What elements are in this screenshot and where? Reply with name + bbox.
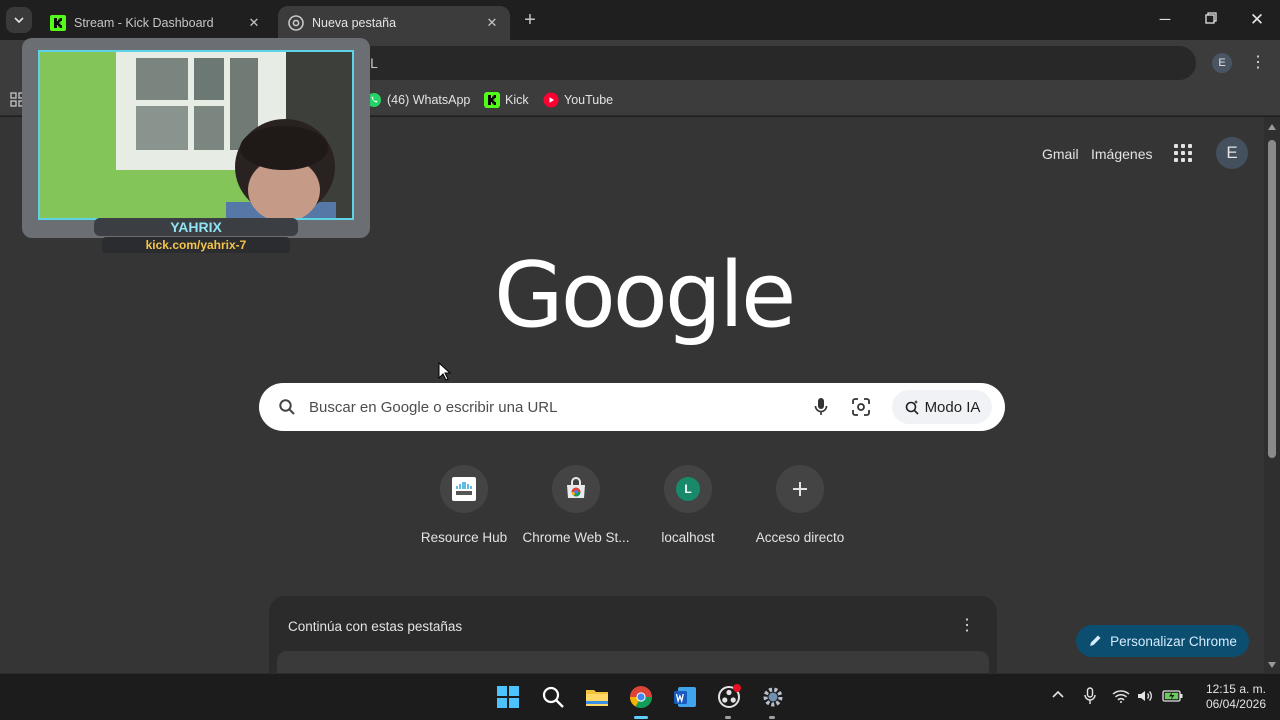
chrome-menu-icon[interactable]: ⋮ <box>1249 52 1267 74</box>
account-avatar[interactable]: E <box>1216 137 1248 169</box>
shortcut-label: Acceso directo <box>755 530 845 545</box>
letter-avatar-icon: L <box>676 477 700 501</box>
scrollbar-thumb[interactable] <box>1268 140 1276 458</box>
google-logo: Google <box>494 243 796 348</box>
webcam-overlay: YAHRIX kick.com/yahrix-7 <box>22 38 370 256</box>
bookmark-label: YouTube <box>564 93 614 107</box>
bookmark-label: (46) WhatsApp <box>387 93 471 107</box>
wifi-icon[interactable] <box>1112 689 1130 703</box>
mouse-cursor-icon <box>438 362 452 381</box>
tab-title: Stream - Kick Dashboard <box>74 16 214 30</box>
gmail-link[interactable]: Gmail <box>1042 146 1079 162</box>
customize-chrome-button[interactable]: Personalizar Chrome <box>1076 625 1249 657</box>
search-icon <box>279 399 295 415</box>
volume-icon[interactable] <box>1137 689 1155 703</box>
search-box[interactable]: Buscar en Google o escribir una URL Modo… <box>259 383 1005 431</box>
file-explorer-icon[interactable] <box>584 684 610 710</box>
customize-label: Personalizar Chrome <box>1110 633 1237 649</box>
webcam-video <box>38 50 354 220</box>
new-tab-button[interactable]: + <box>518 9 542 33</box>
bookmark-youtube[interactable]: YouTube <box>543 92 613 108</box>
card-menu-icon[interactable]: ⋮ <box>959 615 975 635</box>
google-apps-icon[interactable] <box>1174 144 1192 162</box>
kick-icon <box>50 15 66 31</box>
restore-button[interactable] <box>1196 8 1226 32</box>
close-tab-icon[interactable]: ✕ <box>246 15 262 31</box>
cisco-icon <box>452 477 476 501</box>
shortcut-localhost[interactable]: L localhost <box>632 465 744 555</box>
bookmark-whatsapp[interactable]: (46) WhatsApp <box>366 92 470 108</box>
ai-search-icon <box>905 400 919 415</box>
chrome-icon[interactable] <box>628 684 654 710</box>
tab-strip: Stream - Kick Dashboard ✕ Nueva pestaña … <box>0 0 1280 40</box>
shortcut-icon-circle <box>440 465 488 513</box>
chevron-down-icon <box>14 17 24 24</box>
youtube-icon <box>543 92 559 108</box>
streamer-url: kick.com/yahrix-7 <box>102 237 290 253</box>
scroll-up-icon[interactable] <box>1266 122 1278 132</box>
shortcut-add[interactable]: Acceso directo <box>744 465 856 555</box>
shortcut-icon-circle <box>552 465 600 513</box>
continue-tabs-card: Continúa con estas pestañas ⋮ <box>269 596 997 676</box>
shortcut-label: localhost <box>661 530 715 545</box>
profile-button[interactable]: E <box>1212 53 1232 73</box>
bookmark-kick[interactable]: Kick <box>484 92 529 108</box>
webcam-scene-image <box>40 52 352 218</box>
tab-search-button[interactable] <box>6 7 32 33</box>
shortcut-label: Chrome Web St... <box>522 530 630 545</box>
shortcut-icon-circle <box>776 465 824 513</box>
minimize-button[interactable]: ─ <box>1150 8 1180 32</box>
active-app-indicator <box>634 716 648 719</box>
kick-icon <box>484 92 500 108</box>
shortcut-chrome-web-store[interactable]: Chrome Web St... <box>520 465 632 555</box>
settings-gear-icon[interactable] <box>760 684 786 710</box>
bookmark-label: Kick <box>505 93 529 107</box>
scroll-down-icon[interactable] <box>1266 660 1278 670</box>
show-hidden-icons-chevron-icon[interactable] <box>1052 686 1064 702</box>
tab-kick-dashboard[interactable]: Stream - Kick Dashboard ✕ <box>40 6 272 40</box>
running-app-indicator <box>769 716 775 719</box>
system-clock[interactable]: 12:15 a. m. 06/04/2026 <box>1196 682 1266 712</box>
tab-new-tab[interactable]: Nueva pestaña ✕ <box>278 6 510 40</box>
microphone-in-use-icon[interactable] <box>1084 687 1096 705</box>
shortcut-label: Resource Hub <box>420 530 508 545</box>
images-link[interactable]: Imágenes <box>1091 146 1152 162</box>
clock-date: 06/04/2026 <box>1205 697 1266 711</box>
microphone-icon[interactable] <box>814 397 828 417</box>
pencil-icon <box>1090 635 1101 646</box>
battery-charging-icon[interactable] <box>1162 689 1184 703</box>
windows-start-icon[interactable] <box>495 684 521 710</box>
search-icon[interactable] <box>540 684 566 710</box>
close-window-button[interactable]: ✕ <box>1242 8 1272 32</box>
google-lens-icon[interactable] <box>852 398 870 416</box>
card-title: Continúa con estas pestañas <box>288 619 463 634</box>
shortcut-resource-hub[interactable]: Resource Hub <box>408 465 520 555</box>
chrome-web-store-icon <box>567 477 585 498</box>
close-tab-icon[interactable]: ✕ <box>484 15 500 31</box>
clock-time: 12:15 a. m. <box>1205 682 1266 696</box>
ai-mode-label: Modo IA <box>924 398 981 416</box>
tab-title: Nueva pestaña <box>312 16 397 30</box>
search-input[interactable]: Buscar en Google o escribir una URL <box>309 399 557 416</box>
shortcut-icon-circle: L <box>664 465 712 513</box>
streamer-name: YAHRIX <box>94 218 298 236</box>
obs-icon[interactable] <box>716 684 742 710</box>
plus-icon <box>793 482 807 496</box>
windows-taskbar: 12:15 a. m. 06/04/2026 <box>0 673 1280 720</box>
word-icon[interactable] <box>672 684 698 710</box>
running-app-indicator <box>725 716 731 719</box>
chrome-icon <box>288 15 304 31</box>
restore-icon <box>1205 12 1217 24</box>
ai-mode-button[interactable]: Modo IA <box>892 390 992 424</box>
